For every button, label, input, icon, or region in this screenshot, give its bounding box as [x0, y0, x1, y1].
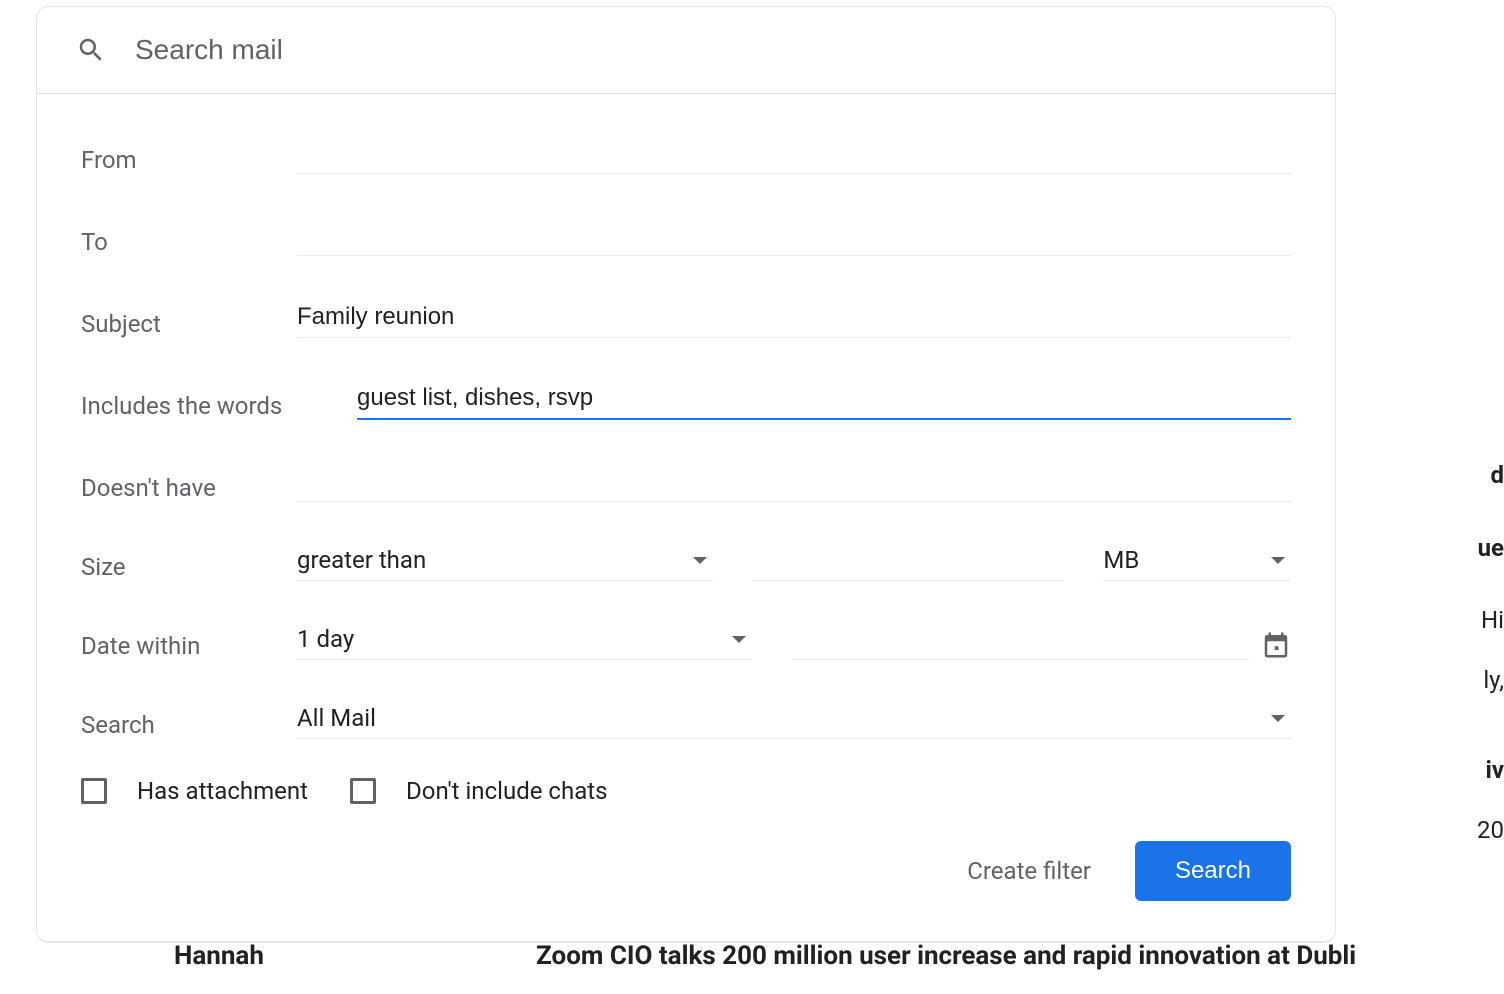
from-label: From	[81, 146, 297, 174]
checkbox-row: Has attachment Don't include chats	[81, 777, 1291, 805]
bg-text: iv	[1485, 756, 1504, 784]
bg-text: ue	[1478, 534, 1504, 562]
includes-row: Includes the words	[81, 378, 1291, 420]
size-value-input[interactable]	[753, 542, 1063, 581]
date-range-value: 1 day	[297, 625, 732, 653]
bg-text: ly,	[1483, 666, 1504, 694]
includes-input[interactable]	[357, 380, 1291, 420]
search-input[interactable]	[115, 34, 1335, 66]
bg-text: Hi	[1481, 606, 1504, 634]
excludes-label: Doesn't have	[81, 474, 297, 502]
date-range-select[interactable]: 1 day	[297, 621, 752, 660]
bg-sender: Hannah	[174, 941, 264, 971]
date-row: Date within 1 day	[81, 621, 1291, 660]
subject-label: Subject	[81, 310, 297, 338]
bg-text: d	[1490, 461, 1504, 489]
search-container: From To Subject Includes the words Doesn…	[36, 6, 1336, 943]
size-compare-select[interactable]: greater than	[297, 542, 713, 581]
action-row: Create filter Search	[81, 841, 1291, 901]
size-row: Size greater than MB	[81, 542, 1291, 581]
checkbox-box	[81, 778, 107, 804]
exclude-chats-label: Don't include chats	[406, 777, 607, 805]
calendar-icon[interactable]	[1261, 630, 1291, 660]
excludes-input[interactable]	[297, 463, 1291, 502]
search-location-label: Search	[81, 711, 297, 739]
chevron-down-icon	[1271, 557, 1285, 564]
date-label: Date within	[81, 632, 297, 660]
chevron-down-icon	[732, 636, 746, 643]
to-label: To	[81, 228, 297, 256]
search-icon[interactable]	[67, 26, 115, 74]
has-attachment-label: Has attachment	[137, 777, 308, 805]
from-input[interactable]	[297, 135, 1291, 174]
search-bar[interactable]	[36, 6, 1336, 94]
advanced-search-panel: From To Subject Includes the words Doesn…	[36, 94, 1336, 943]
size-label: Size	[81, 553, 297, 581]
has-attachment-checkbox[interactable]: Has attachment	[81, 777, 308, 805]
create-filter-link[interactable]: Create filter	[967, 857, 1091, 885]
to-row: To	[81, 214, 1291, 256]
date-value-input[interactable]	[792, 621, 1249, 660]
chevron-down-icon	[1271, 715, 1285, 722]
search-button[interactable]: Search	[1135, 841, 1291, 901]
from-row: From	[81, 132, 1291, 174]
subject-row: Subject	[81, 296, 1291, 338]
chevron-down-icon	[693, 557, 707, 564]
subject-input[interactable]	[297, 299, 1291, 338]
bg-text: 20	[1477, 816, 1504, 844]
bg-preview: Zoom CIO talks 200 million user increase…	[536, 941, 1356, 971]
search-location-row: Search All Mail	[81, 700, 1291, 739]
size-unit-select[interactable]: MB	[1103, 542, 1291, 581]
exclude-chats-checkbox[interactable]: Don't include chats	[350, 777, 607, 805]
excludes-row: Doesn't have	[81, 460, 1291, 502]
checkbox-box	[350, 778, 376, 804]
search-location-value: All Mail	[297, 704, 1271, 732]
includes-label: Includes the words	[81, 392, 357, 420]
search-location-select[interactable]: All Mail	[297, 700, 1291, 739]
size-compare-value: greater than	[297, 546, 693, 574]
to-input[interactable]	[297, 217, 1291, 256]
size-unit-value: MB	[1103, 546, 1271, 574]
